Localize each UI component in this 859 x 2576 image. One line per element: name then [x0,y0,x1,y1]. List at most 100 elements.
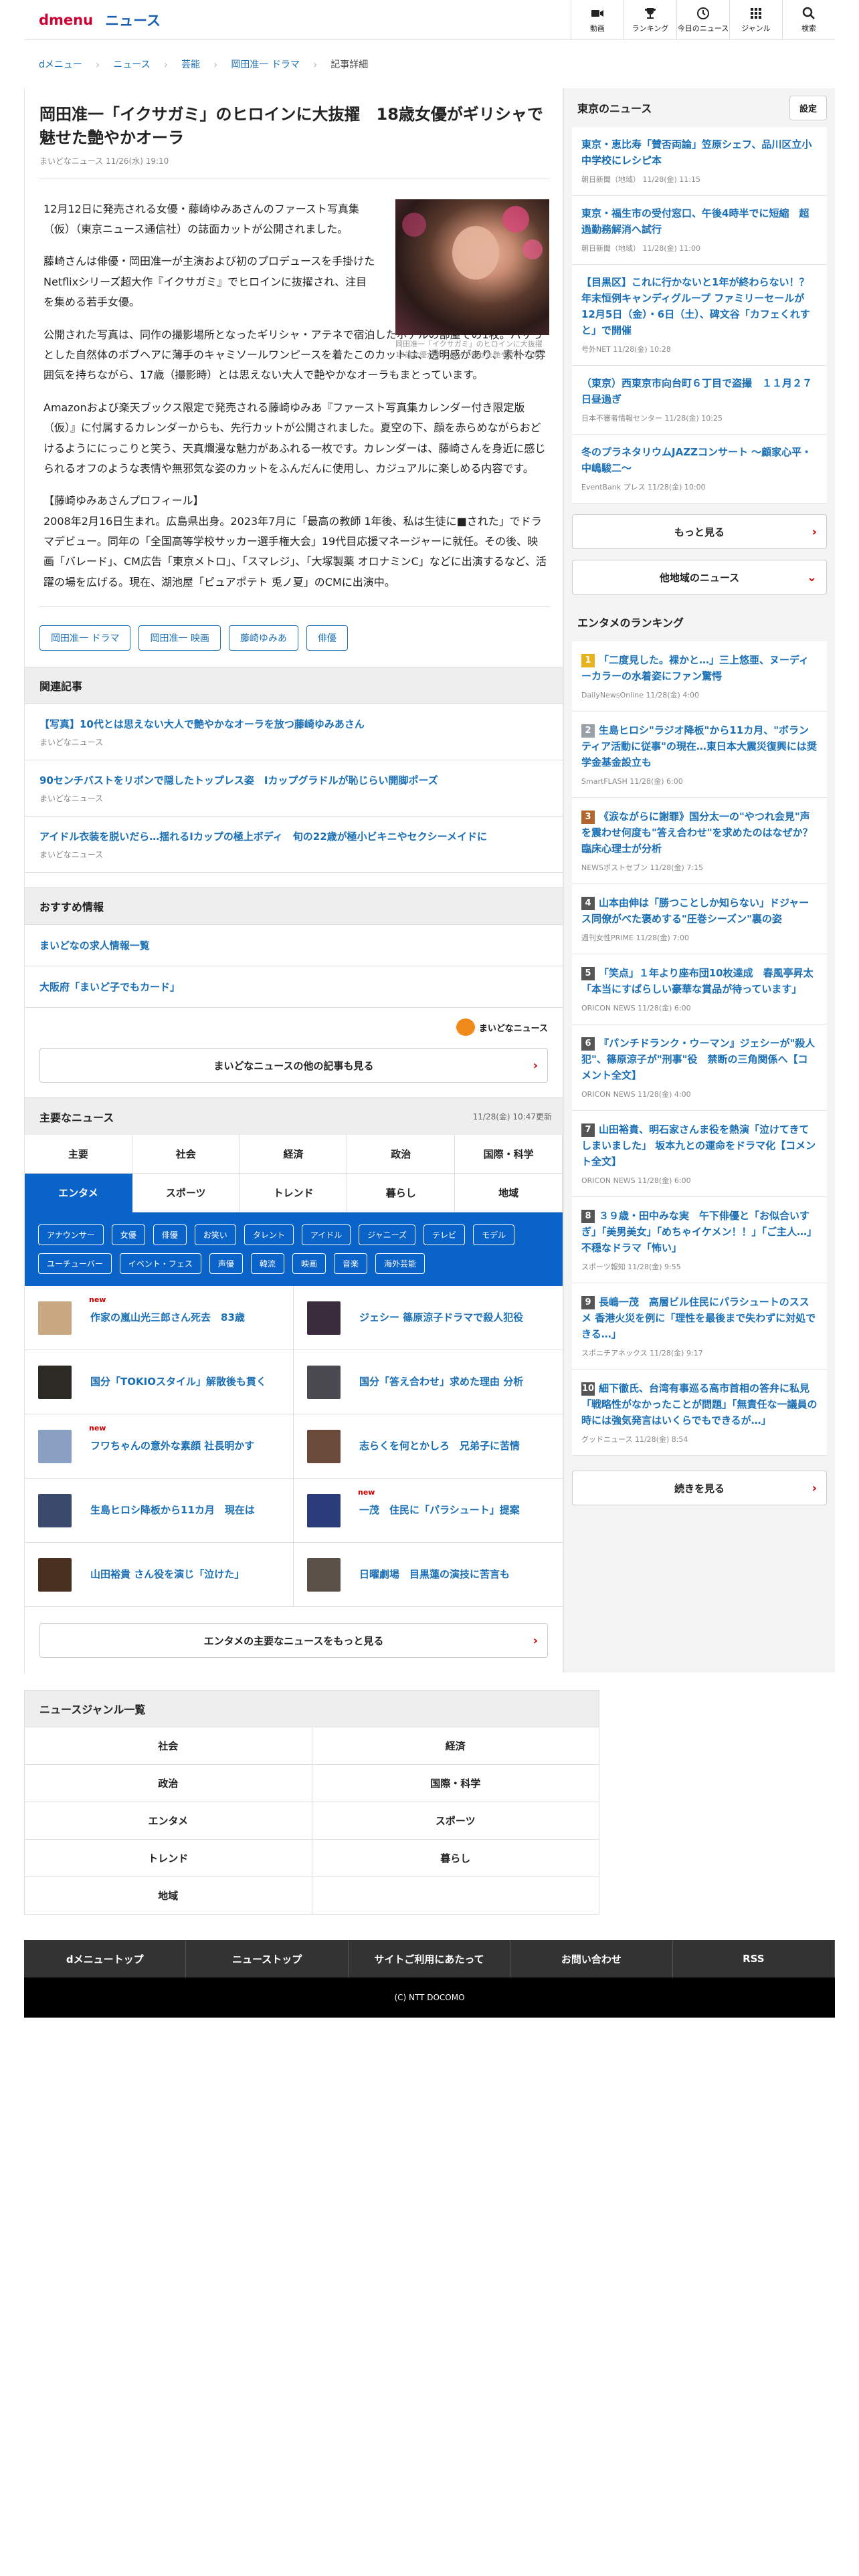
subgenre-chip[interactable]: お笑い [194,1224,236,1246]
ranking-item[interactable]: 1 「二度見した。裸かと…」三上悠亜、ヌーディーカラーの水着姿にファン驚愕 Dail… [572,641,827,712]
news-item[interactable]: new 一茂 住民に「パラシュート」提案 [294,1479,563,1543]
photo-image[interactable] [395,199,549,335]
news-title[interactable]: 国分「TOKIOスタイル」解散後も貫く [90,1375,266,1389]
tag-link[interactable]: 岡田准一 ドラマ [39,625,131,651]
ranking-title[interactable]: 7 山田裕貴、明石家さんま役を熱演「泣けてきてしまいました」 坂本九との運命をドラ… [581,1121,818,1170]
footer-link[interactable]: ニューストップ [186,1940,349,1978]
news-thumbnail[interactable] [307,1301,341,1335]
footer-link[interactable]: お問い合わせ [510,1940,673,1978]
subgenre-chip[interactable]: ユーチューバー [38,1253,112,1275]
subgenre-chip[interactable]: 音楽 [333,1253,367,1275]
related-title[interactable]: アイドル衣装を脱いだら…揺れるIカップの極上ボディ 旬の22歳が極小ビキニやセク… [39,829,548,845]
local-news-item[interactable]: （東京）西東京市向台町６丁目で盗撮 １１月２７日昼過ぎ 日本不審者情報センター 1… [572,366,827,435]
ranking-title[interactable]: 6 『パンチドランク・ウーマン』ジェシーが"殺人犯"、篠原涼子が"刑事"役 禁断の… [581,1035,818,1083]
tab-life[interactable]: 暮らし [347,1174,456,1213]
news-thumbnail[interactable] [307,1365,341,1399]
ranking-title[interactable]: 3 《涙ながらに謝罪》国分太一の"やつれ会見"声を震わせ何度も"答え合わせ"を求め… [581,809,818,857]
more-maidona-button[interactable]: まいどなニュースの他の記事も見る › [39,1048,548,1083]
ranking-title[interactable]: 4 山本由伸は「勝つことしか知らない」ドジャース同僚がべた褒めする"圧巻シーズン"… [581,895,818,927]
ranking-title[interactable]: 9 長嶋一茂 高層ビル住民にパラシュートのススメ 香港火災を例に「理性を最後まで失… [581,1294,818,1342]
news-thumbnail[interactable] [38,1493,72,1527]
news-thumbnail[interactable] [307,1558,341,1592]
news-title[interactable]: フワちゃんの意外な素顔 社長明かす [90,1439,254,1453]
tag-link[interactable]: 俳優 [306,625,348,651]
subgenre-chip[interactable]: イベント・フェス [119,1253,201,1275]
ranking-item[interactable]: 2 生島ヒロシ"ラジオ降板"から11カ月、"ボランティア活動に従事"の現在…東日本… [572,712,827,798]
subgenre-chip[interactable]: アイドル [301,1224,351,1246]
news-title[interactable]: 志らくを何とかしろ 兄弟子に苦情 [359,1439,520,1453]
genre-link[interactable]: エンタメ [25,1802,312,1840]
tab-trend[interactable]: トレンド [240,1174,348,1213]
genre-link[interactable]: 国際・科学 [312,1765,599,1803]
subgenre-chip[interactable]: タレント [244,1224,294,1246]
maidona-logo[interactable]: まいどなニュース [25,1008,563,1041]
nav-search[interactable]: 検索 [782,0,835,40]
related-item[interactable]: 【写真】10代とは思えない大人で艶やかなオーラを放つ藤崎ゆみあさん まいどなニュー… [25,704,563,761]
subgenre-chip[interactable]: ジャニーズ [359,1224,416,1246]
tab-main[interactable]: 主要 [25,1135,132,1174]
related-item[interactable]: 90センチバストをリボンで隠したトップレス姿 Iカップグラドルが恥じらい開脚ポー… [25,760,563,817]
subgenre-chip[interactable]: 女優 [111,1224,145,1246]
ranking-item[interactable]: 3 《涙ながらに謝罪》国分太一の"やつれ会見"声を震わせ何度も"答え合わせ"を求め… [572,798,827,884]
ranking-item[interactable]: 10 細下徹氏、台湾有事巡る高市首相の答弁に私見「戦略性がなかったことが問題」「無… [572,1370,827,1456]
more-entertainment-button[interactable]: エンタメの主要なニュースをもっと見る › [39,1623,548,1658]
news-title[interactable]: 国分「答え合わせ」求めた理由 分析 [359,1375,523,1389]
news-thumbnail[interactable] [38,1365,72,1399]
genre-link[interactable]: 地域 [25,1877,312,1915]
breadcrumb-tag[interactable]: 岡田准一 ドラマ [231,58,299,71]
subgenre-chip[interactable]: テレビ [423,1224,466,1246]
footer-link[interactable]: サイトご利用にあたって [349,1940,511,1978]
ranking-item[interactable]: 8 ３９歳・田中みな実 午下俳優と「お似合いすぎ」「美男美女」「めちゃイケメン！！… [572,1197,827,1283]
subgenre-chip[interactable]: 韓流 [250,1253,284,1275]
recommend-link[interactable]: まいどなの求人情報一覧 [25,925,563,967]
subgenre-chip[interactable]: 俳優 [153,1224,187,1246]
nav-video[interactable]: 動画 [571,0,624,40]
ranking-item[interactable]: 4 山本由伸は「勝つことしか知らない」ドジャース同僚がべた褒めする"圧巻シーズン"… [572,884,827,954]
other-region-button[interactable]: 他地域のニュース ⌄ [572,560,827,595]
news-item[interactable]: 生島ヒロシ降板から11カ月 現在は [25,1479,294,1543]
ranking-title[interactable]: 2 生島ヒロシ"ラジオ降板"から11カ月、"ボランティア活動に従事"の現在…東日本… [581,722,818,770]
ranking-item[interactable]: 5 「笑点」１年より座布団10枚達成 春風亭昇太「本当にすばらしい豪華な賞品が待っ… [572,954,827,1025]
subgenre-chip[interactable]: 声優 [209,1253,243,1275]
genre-link[interactable]: 政治 [25,1765,312,1803]
news-title[interactable]: 生島ヒロシ降板から11カ月 現在は [90,1503,255,1517]
settings-button[interactable]: 設定 [789,95,827,120]
tab-region[interactable]: 地域 [455,1174,563,1213]
article-photo[interactable]: 岡田准一「イクサガミ」のヒロインに大抜擢 18歳女優がギリシャで魅せた艶やかオー… [395,199,550,361]
news-title[interactable]: ジェシー 篠原涼子ドラマで殺人犯役 [359,1311,523,1325]
news-title[interactable]: 作家の嵐山光三郎さん死去 83歳 [90,1311,245,1325]
tab-society[interactable]: 社会 [132,1135,240,1174]
ranking-item[interactable]: 7 山田裕貴、明石家さんま役を熱演「泣けてきてしまいました」 坂本九との運命をドラ… [572,1111,827,1197]
subgenre-chip[interactable]: アナウンサー [38,1224,104,1246]
local-news-item[interactable]: 東京・恵比寿「賛否両論」笠原シェフ、品川区立小中学校にレシピ本 朝日新聞（地域） … [572,127,827,196]
news-thumbnail[interactable] [38,1558,72,1592]
genre-link[interactable]: スポーツ [312,1802,599,1840]
local-news-item[interactable]: 【目黒区】これに行かないと1年が終わらない！？年末恒例キャンディグループ ファミ… [572,265,827,366]
breadcrumb-entertainment[interactable]: 芸能 [181,58,200,71]
news-thumbnail[interactable] [38,1429,72,1463]
local-news-title[interactable]: 【目黒区】これに行かないと1年が終わらない！？年末恒例キャンディグループ ファミ… [581,274,818,338]
news-item[interactable]: ジェシー 篠原涼子ドラマで殺人犯役 [294,1286,563,1351]
news-item[interactable]: 山田裕貴 さん役を演じ「泣けた」 [25,1543,294,1608]
tab-international[interactable]: 国際・科学 [455,1135,563,1174]
news-thumbnail[interactable] [307,1493,341,1527]
recommend-link[interactable]: 大阪府「まいど子でもカード」 [25,966,563,1008]
local-news-title[interactable]: 東京・福生市の受付窓口、午後4時半でに短縮 超過勤務解消へ試行 [581,205,818,237]
footer-link[interactable]: dメニュートップ [24,1940,187,1978]
tag-link[interactable]: 岡田准一 映画 [138,625,221,651]
nav-genre[interactable]: ジャンル [729,0,782,40]
breadcrumb-dmenu[interactable]: dメニュー [39,58,82,71]
subgenre-chip[interactable]: 映画 [292,1253,326,1275]
genre-link[interactable]: トレンド [25,1840,312,1878]
ranking-more-button[interactable]: 続きを見る › [572,1471,827,1505]
local-news-title[interactable]: 東京・恵比寿「賛否両論」笠原シェフ、品川区立小中学校にレシピ本 [581,136,818,169]
genre-link[interactable]: 経済 [312,1727,599,1765]
dmenu-logo[interactable]: d menu ニュース [24,10,161,30]
news-item[interactable]: new 作家の嵐山光三郎さん死去 83歳 [25,1286,294,1351]
ranking-title[interactable]: 10 細下徹氏、台湾有事巡る高市首相の答弁に私見「戦略性がなかったことが問題」「無… [581,1380,818,1428]
tag-link[interactable]: 藤崎ゆみあ [228,625,298,651]
news-thumbnail[interactable] [307,1429,341,1463]
breadcrumb-news[interactable]: ニュース [113,58,150,71]
related-item[interactable]: アイドル衣装を脱いだら…揺れるIカップの極上ボディ 旬の22歳が極小ビキニやセク… [25,817,563,873]
tab-politics[interactable]: 政治 [347,1135,456,1174]
